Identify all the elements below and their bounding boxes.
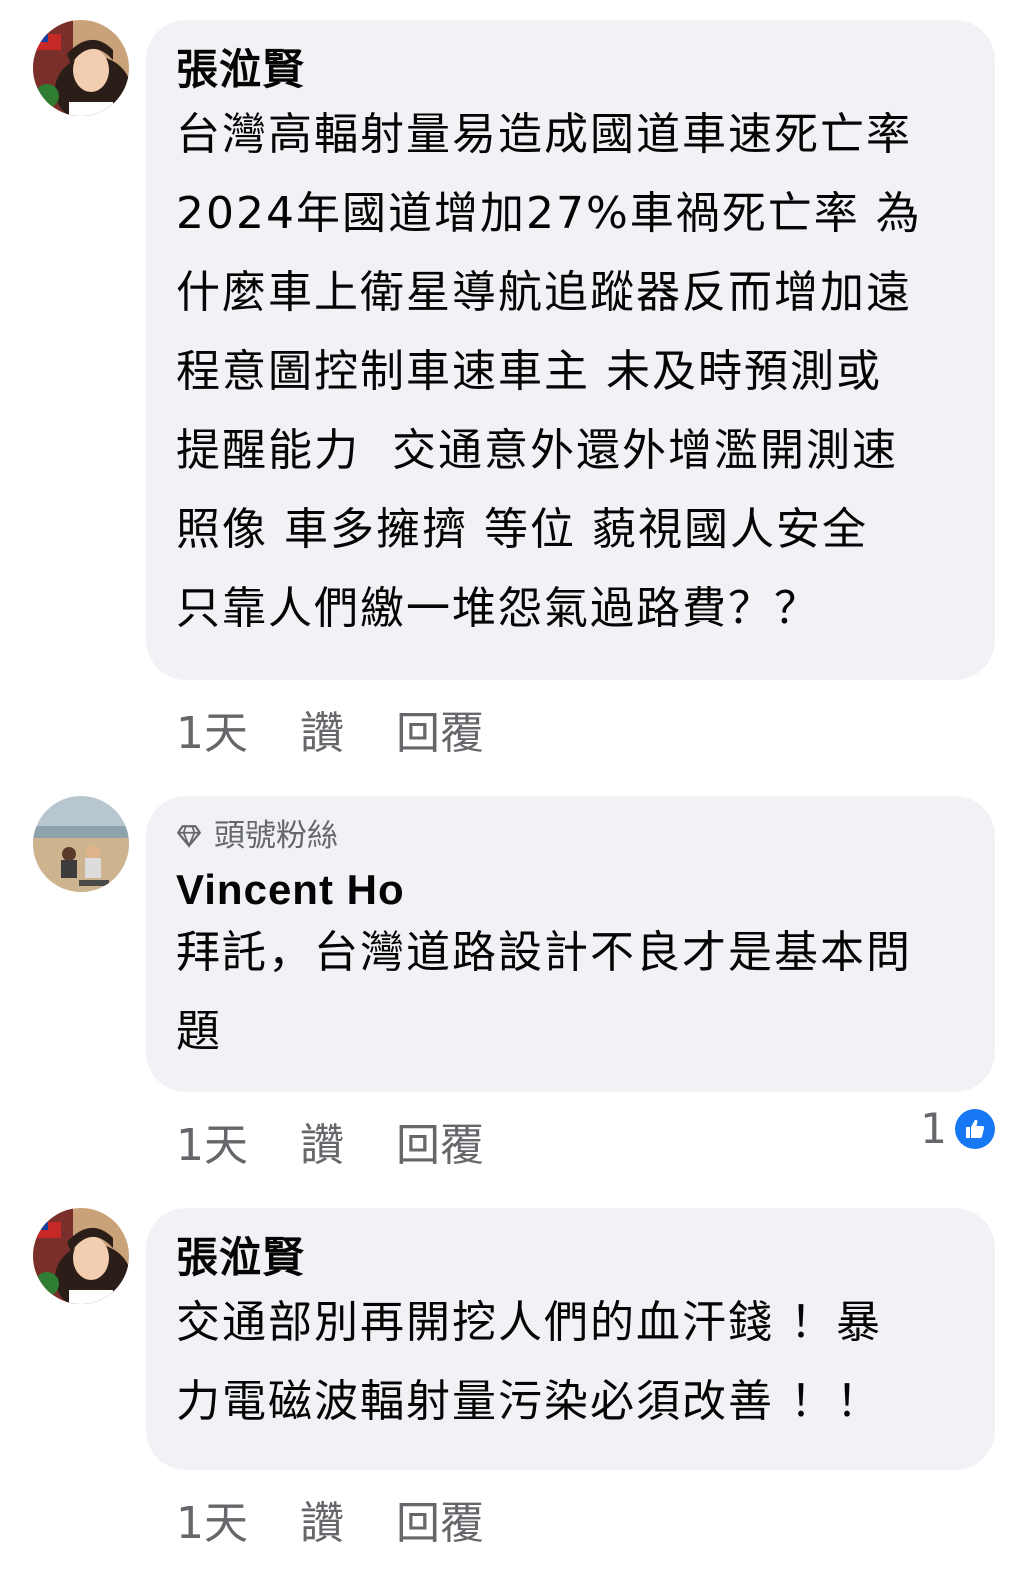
comment-text: 台灣高輻射量易造成國道車速死亡率 2024年國道增加27%車禍死亡率 為 什麼車… bbox=[176, 109, 922, 634]
avatar-photo bbox=[33, 796, 129, 892]
reply-button[interactable]: 回覆 bbox=[396, 1496, 484, 1552]
like-button[interactable]: 讚 bbox=[300, 1118, 396, 1174]
comment-text: 交通部別再開挖人們的血汗錢 ！暴 力電磁波輻射量污染必須改善 ！！ bbox=[176, 1297, 882, 1427]
avatar[interactable] bbox=[33, 1208, 129, 1304]
diamond-icon bbox=[177, 825, 201, 849]
avatar-photo bbox=[33, 1208, 129, 1304]
comment-timestamp[interactable]: 1天 bbox=[176, 1496, 300, 1552]
comment-actions: 1天 讚 回覆 bbox=[176, 1118, 484, 1174]
avatar[interactable] bbox=[33, 20, 129, 116]
badge-label: 頭號粉絲 bbox=[214, 818, 338, 854]
comment-author[interactable]: 張涖賢 bbox=[176, 45, 965, 95]
comment-timestamp[interactable]: 1天 bbox=[176, 706, 300, 762]
comment-timestamp[interactable]: 1天 bbox=[176, 1118, 300, 1174]
avatar[interactable] bbox=[33, 796, 129, 892]
comment-author[interactable]: 張涖賢 bbox=[176, 1233, 965, 1283]
comment-bubble: 頭號粉絲 Vincent Ho 拜託，台灣道路設計不良才是基本問 題 bbox=[146, 796, 995, 1092]
like-button[interactable]: 讚 bbox=[300, 706, 396, 762]
comment-bubble: 張涖賢 台灣高輻射量易造成國道車速死亡率 2024年國道增加27%車禍死亡率 為… bbox=[146, 20, 995, 680]
reaction-count: 1 bbox=[920, 1104, 947, 1153]
reply-button[interactable]: 回覆 bbox=[396, 706, 484, 762]
comment-bubble: 張涖賢 交通部別再開挖人們的血汗錢 ！暴 力電磁波輻射量污染必須改善 ！！ bbox=[146, 1208, 995, 1470]
avatar-photo bbox=[33, 20, 129, 116]
comment-text: 拜託，台灣道路設計不良才是基本問 題 bbox=[176, 927, 912, 1057]
top-fan-badge: 頭號粉絲 bbox=[176, 816, 965, 856]
comment-actions: 1天 讚 回覆 bbox=[176, 706, 484, 762]
like-reaction-icon bbox=[955, 1108, 995, 1149]
comment-author[interactable]: Vincent Ho bbox=[176, 865, 965, 915]
reaction-summary[interactable]: 1 bbox=[920, 1104, 995, 1153]
like-button[interactable]: 讚 bbox=[300, 1496, 396, 1552]
comment-actions: 1天 讚 回覆 bbox=[176, 1496, 484, 1552]
reply-button[interactable]: 回覆 bbox=[396, 1118, 484, 1174]
